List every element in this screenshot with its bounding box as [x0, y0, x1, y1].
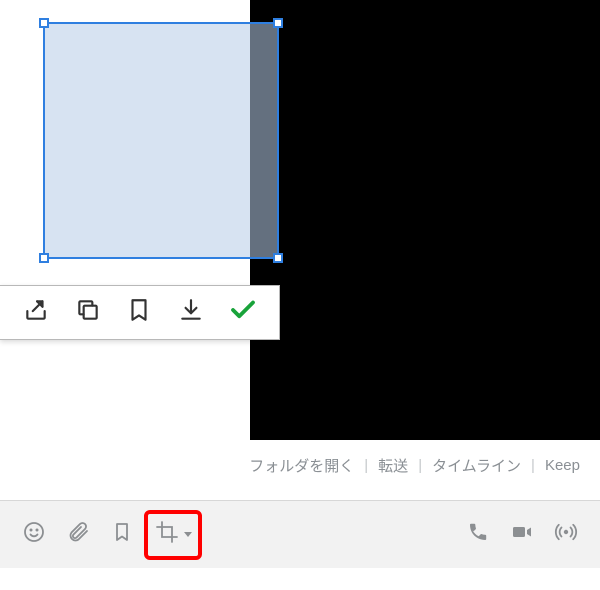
crop-handle-top-left[interactable] — [39, 18, 49, 28]
voice-call-button[interactable] — [456, 513, 500, 557]
keep-link[interactable]: Keep — [541, 457, 584, 474]
crop-handle-top-right[interactable] — [273, 18, 283, 28]
share-button[interactable] — [16, 293, 56, 333]
crop-selection[interactable] — [43, 22, 279, 259]
broadcast-icon — [554, 520, 578, 549]
crop-handle-bottom-left[interactable] — [39, 253, 49, 263]
share-icon — [23, 297, 49, 328]
crop-handle-bottom-right[interactable] — [273, 253, 283, 263]
download-button[interactable] — [171, 293, 211, 333]
bookmark-button[interactable] — [119, 293, 159, 333]
checkmark-icon — [228, 295, 258, 330]
separator: | — [525, 457, 541, 474]
video-call-button[interactable] — [500, 513, 544, 557]
keep-bookmark-button[interactable] — [100, 513, 144, 557]
separator: | — [358, 457, 374, 474]
input-toolbar — [0, 500, 600, 568]
action-links: フォルダを開く | 転送 | タイムライン | Keep — [245, 455, 584, 476]
bookmark-icon — [126, 297, 152, 328]
forward-link[interactable]: 転送 — [374, 455, 412, 476]
confirm-button[interactable] — [223, 293, 263, 333]
image-preview — [250, 0, 600, 440]
separator: | — [412, 457, 428, 474]
copy-button[interactable] — [68, 293, 108, 333]
paperclip-icon — [66, 520, 90, 549]
smile-icon — [22, 520, 46, 549]
copy-icon — [75, 297, 101, 328]
bookmark-icon — [110, 520, 134, 549]
crop-toolbar — [0, 285, 280, 340]
screen-capture-button[interactable] — [150, 513, 184, 557]
attach-button[interactable] — [56, 513, 100, 557]
live-button[interactable] — [544, 513, 588, 557]
timeline-link[interactable]: タイムライン — [428, 455, 525, 476]
capture-button-group — [144, 510, 202, 560]
chevron-down-icon[interactable] — [184, 532, 192, 537]
emoji-button[interactable] — [12, 513, 56, 557]
video-icon — [510, 520, 534, 549]
download-icon — [178, 297, 204, 328]
crop-icon — [155, 520, 179, 549]
phone-icon — [466, 520, 490, 549]
open-folder-link[interactable]: フォルダを開く — [245, 455, 358, 476]
